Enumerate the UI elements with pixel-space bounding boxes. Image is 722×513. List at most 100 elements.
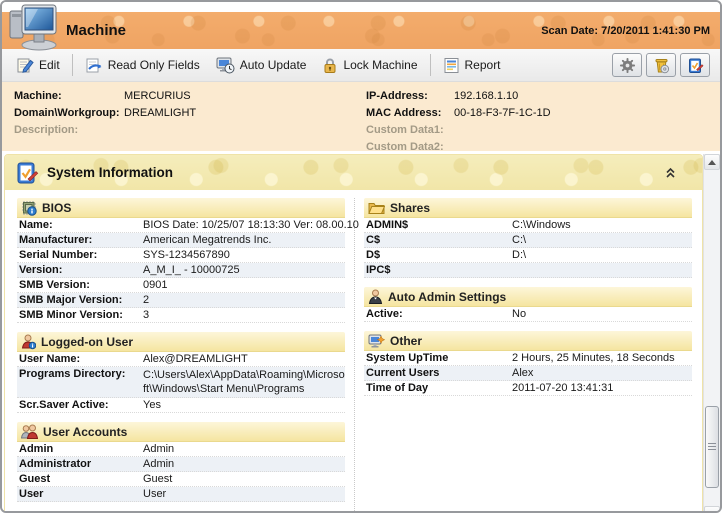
section-title: User Accounts [43, 424, 128, 439]
row-label: System UpTime [366, 352, 449, 364]
clipboard-check-button[interactable] [680, 53, 710, 77]
field-label: MAC Address: [366, 106, 442, 119]
table-row: Scr.Saver Active: Yes [17, 398, 345, 413]
read-only-fields-label: Read Only Fields [107, 58, 200, 72]
auto-admin-settings-section: Auto Admin Settings Active: No [364, 287, 692, 322]
edit-button[interactable]: Edit [8, 53, 68, 78]
gear-icon [619, 57, 636, 74]
field-value: 192.168.1.10 [454, 89, 519, 102]
row-value: Alex@DREAMLIGHT [143, 353, 248, 365]
row-value: User [143, 488, 167, 500]
row-label: Manufacturer: [19, 234, 93, 246]
report-button[interactable]: Report [435, 53, 509, 78]
field-label: Domain\Workgroup: [14, 106, 120, 119]
vertical-scrollbar[interactable] [703, 154, 720, 511]
field-label: Custom Data2: [366, 140, 444, 153]
system-information-body: BIOS Name: BIOS Date: 10/25/07 18:13:30 … [5, 190, 702, 511]
row-label: IPC$ [366, 264, 391, 276]
edit-label: Edit [39, 58, 60, 72]
table-row: Programs Directory: C:\Users\Alex\AppDat… [17, 367, 345, 398]
row-value: Alex [512, 367, 534, 379]
other-rows: System UpTime 2 Hours, 25 Minutes, 18 Se… [364, 351, 692, 396]
row-label: D$ [366, 249, 381, 261]
toolbar-separator [429, 54, 431, 76]
row-label: Version: [19, 264, 63, 276]
section-title: BIOS [42, 200, 72, 215]
page-title: Machine [66, 22, 127, 39]
collapse-section-button[interactable] [662, 165, 678, 181]
section-title: Logged-on User [41, 334, 133, 349]
folder-icon [368, 200, 385, 215]
table-row: IPC$ [364, 263, 692, 278]
system-information-panel: System Information BIOS Name: BIOS Date:… [4, 154, 703, 511]
computer-icon [8, 3, 62, 51]
logged-on-user-section-header: Logged-on User [17, 332, 345, 352]
row-value: American Megatrends Inc. [143, 234, 272, 246]
scan-date-label: Scan Date: [541, 24, 599, 37]
scan-date: Scan Date: 7/20/2011 1:41:30 PM [541, 25, 710, 37]
row-value: BIOS Date: 10/25/07 18:13:30 Ver: 08.00.… [143, 219, 359, 231]
machine-window: Machine Scan Date: 7/20/2011 1:41:30 PM … [0, 0, 722, 513]
description-row: Description: [14, 121, 366, 138]
section-title: Shares [390, 200, 431, 215]
section-group-title: System Information [47, 165, 174, 180]
scroll-up-button[interactable] [704, 154, 720, 170]
report-icon [443, 57, 460, 74]
section-title: Auto Admin Settings [388, 289, 507, 304]
logged-on-user-section: Logged-on User User Name: Alex@DREAMLIGH… [17, 332, 345, 413]
auto-admin-settings-section-header: Auto Admin Settings [364, 287, 692, 307]
recycle-bin-icon [653, 57, 670, 74]
chip-icon [21, 200, 37, 216]
user-accounts-section: User Accounts Admin Admin Administrator … [17, 422, 345, 502]
toolbar-separator [71, 54, 73, 76]
row-label: Serial Number: [19, 249, 98, 261]
row-value: C:\Windows [512, 219, 571, 231]
row-value: C:\ [512, 234, 527, 246]
report-label: Report [464, 58, 501, 72]
table-row: ADMIN$ C:\Windows [364, 218, 692, 233]
table-row: User Name: Alex@DREAMLIGHT [17, 352, 345, 367]
lock-machine-button[interactable]: Lock Machine [314, 53, 425, 78]
table-row: System UpTime 2 Hours, 25 Minutes, 18 Se… [364, 351, 692, 366]
system-information-header[interactable]: System Information [5, 155, 702, 190]
clipboard-check-icon [687, 57, 704, 74]
scrollbar-thumb[interactable] [705, 406, 719, 488]
scan-date-value: 7/20/2011 1:41:30 PM [601, 24, 710, 37]
row-value: 2 Hours, 25 Minutes, 18 Seconds [512, 352, 675, 364]
table-row: Name: BIOS Date: 10/25/07 18:13:30 Ver: … [17, 218, 359, 233]
other-section: Other System UpTime 2 Hours, 25 Minutes,… [364, 331, 692, 396]
edit-icon [16, 57, 34, 74]
two-users-icon [21, 424, 38, 440]
bios-section: BIOS Name: BIOS Date: 10/25/07 18:13:30 … [17, 198, 359, 323]
row-label: SMB Major Version: [19, 294, 123, 306]
row-label: Programs Directory: [19, 368, 126, 380]
table-row: SMB Major Version: 2 [17, 293, 345, 308]
row-value: C:\Users\Alex\AppData\Roaming\Microsoft\… [143, 369, 345, 395]
read-only-fields-button[interactable]: Read Only Fields [77, 53, 208, 78]
header-banner: Machine Scan Date: 7/20/2011 1:41:30 PM [2, 4, 720, 51]
clipboard-check-icon [15, 161, 39, 185]
auto-update-button[interactable]: Auto Update [208, 53, 315, 78]
table-row: Serial Number: SYS-1234567890 [17, 248, 345, 263]
machine-info-left: Machine: MERCURIUS Domain\Workgroup: DRE… [14, 87, 366, 155]
row-label: User [19, 488, 44, 500]
field-value: 00-18-F3-7F-1C-1D [454, 106, 551, 119]
machine-row: Machine: MERCURIUS [14, 87, 366, 104]
scroll-down-button[interactable] [704, 506, 720, 511]
table-row: User User [17, 487, 345, 502]
custom-data1-row: Custom Data1: [366, 121, 708, 138]
right-column: Shares ADMIN$ C:\Windows C$ C:\ D$ D:\ I… [355, 198, 692, 511]
row-value: SYS-1234567890 [143, 249, 230, 261]
row-label: C$ [366, 234, 381, 246]
shares-section-header: Shares [364, 198, 692, 218]
monitor-spark-icon [368, 333, 385, 349]
gear-button[interactable] [612, 53, 642, 77]
padlock-icon [322, 57, 338, 74]
ip-row: IP-Address: 192.168.1.10 [366, 87, 708, 104]
row-label: SMB Version: [19, 279, 90, 291]
table-row: D$ D:\ [364, 248, 692, 263]
recycle-bin-button[interactable] [646, 53, 676, 77]
table-row: Guest Guest [17, 472, 345, 487]
row-label: Administrator [19, 458, 92, 470]
row-value: 0901 [143, 279, 168, 291]
